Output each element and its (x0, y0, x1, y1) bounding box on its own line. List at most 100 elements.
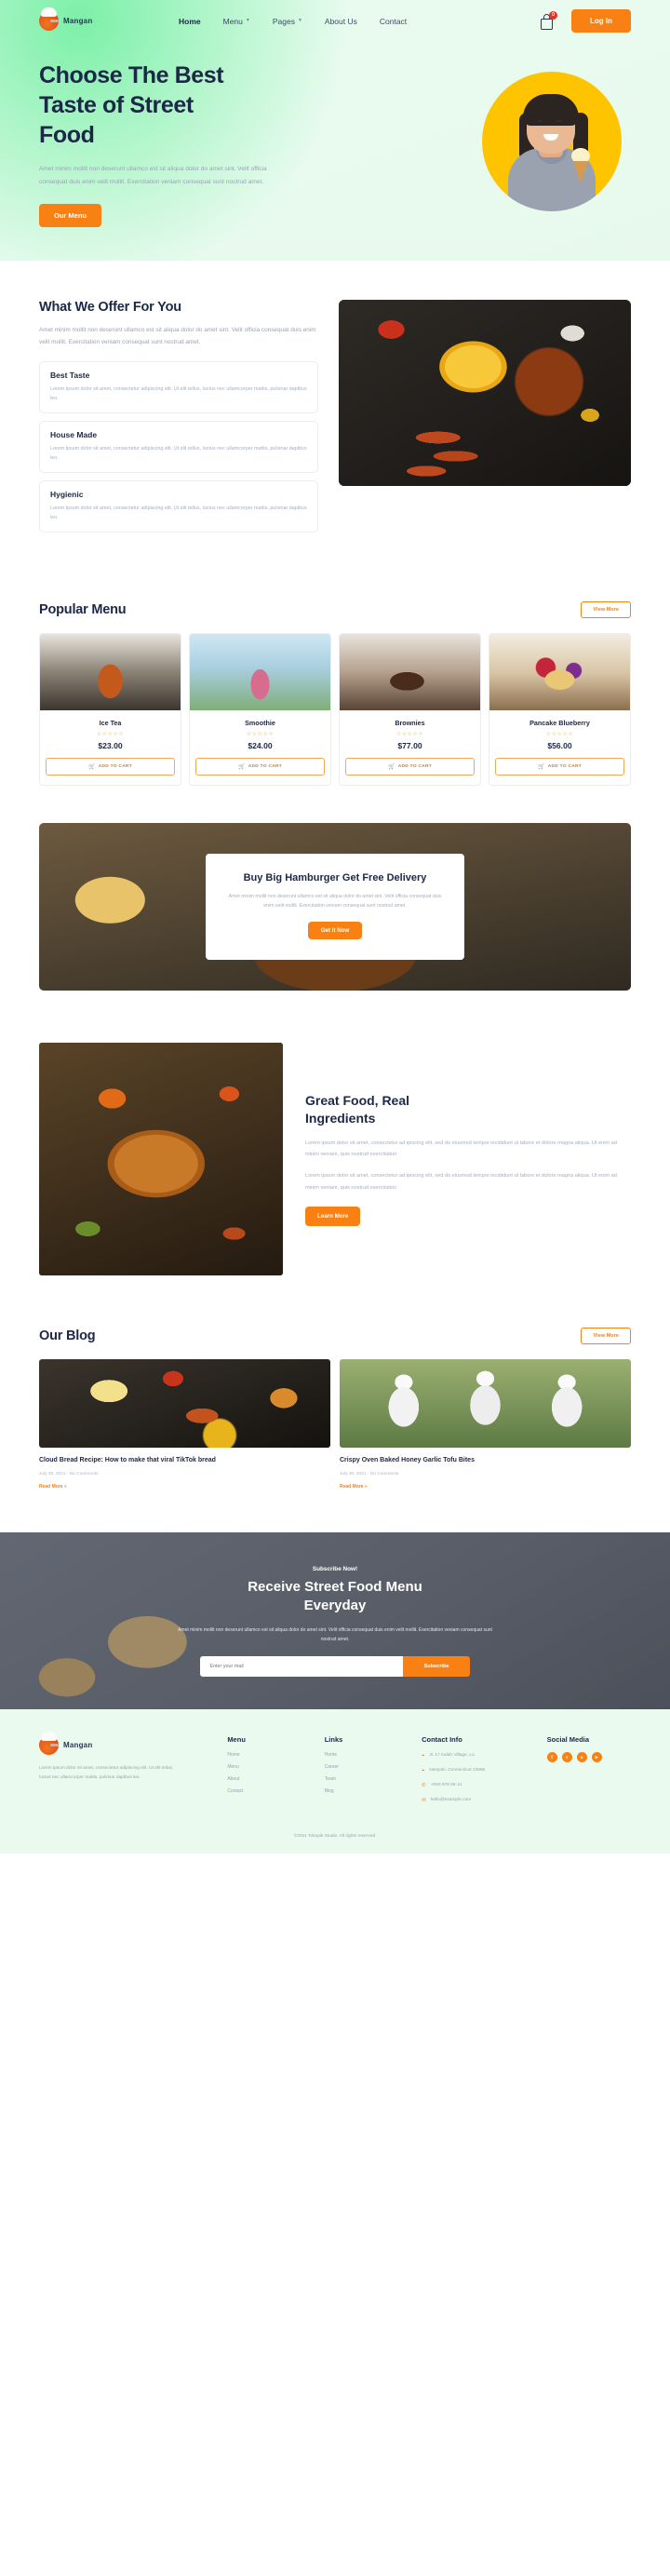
brand-name: Mangan (63, 17, 93, 25)
chef-logo-icon (39, 1732, 59, 1756)
footer-contact-email: hello@example.com (430, 1797, 472, 1802)
great-paragraph-2: Lorem ipsum dolor sit amet, consectetur … (305, 1173, 617, 1191)
nav-label: Home (179, 16, 201, 26)
cart-icon: 🛒 (537, 763, 545, 770)
product-name: Ice Tea (99, 718, 122, 727)
subscribe-email-input[interactable] (200, 1655, 404, 1677)
footer-menu-contact[interactable]: Contact (227, 1788, 311, 1794)
cart-count-badge: 0 (549, 10, 557, 20)
site-header: Mangan Home Menu ▼ Pages ▼ About Us Contac… (0, 0, 670, 40)
ice-cream-cone-icon (571, 148, 590, 184)
roast-turkey-image (39, 1042, 283, 1275)
facebook-icon[interactable]: f (546, 1752, 557, 1763)
product-price: $23.00 (98, 740, 123, 750)
blog-read-more-link[interactable]: Read More » (340, 1484, 631, 1490)
offer-copy: What We Offer For You Amet minim mollit … (39, 300, 318, 540)
footer-contact-item[interactable]: ✉ hello@example.com (422, 1797, 534, 1805)
social-icon-list: f t o ▸ (546, 1752, 631, 1763)
offer-item-best-taste[interactable]: Best Taste Lorem ipsum dolor sit amet, c… (39, 360, 318, 413)
hero-cta-button[interactable]: Our Menu (39, 203, 101, 227)
product-image-pancake-blueberry (489, 633, 630, 710)
subscribe-title: Receive Street Food Menu Everyday (140, 1578, 530, 1616)
offer-paragraph: Amet minim mollit non deserunt ullamco e… (39, 326, 316, 345)
add-to-cart-button[interactable]: 🛒 ADD TO CART (495, 757, 624, 775)
blog-read-more-link[interactable]: Read More » (39, 1484, 330, 1490)
youtube-icon[interactable]: ▸ (591, 1752, 602, 1763)
offer-item-desc: Lorem ipsum dolor sit amet, consectetur … (50, 445, 307, 461)
nav-item-pages[interactable]: Pages ▼ (273, 17, 302, 26)
nav-item-contact[interactable]: Contact (380, 17, 407, 26)
chevron-down-icon: ▼ (245, 17, 250, 23)
footer-social-heading: Social Media (546, 1735, 590, 1745)
footer-menu-about[interactable]: About (227, 1776, 311, 1782)
product-price: $56.00 (547, 740, 572, 750)
twitter-icon[interactable]: t (561, 1752, 572, 1763)
instagram-icon[interactable]: o (576, 1752, 587, 1763)
blog-card[interactable]: Cloud Bread Recipe: How to make that vir… (39, 1358, 330, 1490)
product-card[interactable]: Ice Tea ☆☆☆☆☆ $23.00 🛒 ADD TO CART (39, 632, 181, 786)
nav-label: Pages (272, 16, 295, 26)
product-card[interactable]: Pancake Blueberry ☆☆☆☆☆ $56.00 🛒 ADD TO … (489, 632, 631, 786)
footer-link-home[interactable]: Home (325, 1752, 409, 1758)
product-card[interactable]: Smoothie ☆☆☆☆☆ $24.00 🛒 ADD TO CART (189, 632, 331, 786)
footer-contact-phone: +000 979 08 14 (430, 1783, 462, 1788)
footer-contact-column: Contact Info ⌖ Jl. 17 Indah Village, Lo … (422, 1735, 534, 1811)
footer-logo[interactable]: Mangan (39, 1732, 214, 1756)
hero-title: Choose The Best Taste of Street Food (39, 61, 346, 150)
popular-view-more-button[interactable]: View More (581, 600, 631, 618)
nav-label: Contact (379, 16, 408, 26)
footer-menu-home[interactable]: Home (227, 1752, 311, 1758)
footer-brand-block: Mangan Lorem ipsum dolor sit amet, conse… (39, 1732, 214, 1811)
hero-title-line1: Choose The Best (39, 62, 224, 88)
blog-card[interactable]: Crispy Oven Baked Honey Garlic Tofu Bite… (340, 1358, 631, 1490)
footer-contact-item[interactable]: ✆ +000 979 08 14 (422, 1782, 534, 1790)
subscribe-paragraph: Amet minim mollit non deserunt ullamco e… (178, 1626, 492, 1643)
subscribe-eyebrow: Subscribe Now! (312, 1566, 358, 1573)
blog-card-list: Cloud Bread Recipe: How to make that vir… (39, 1358, 631, 1533)
product-card[interactable]: Brownies ☆☆☆☆☆ $77.00 🛒 ADD TO CART (339, 632, 481, 786)
footer-link-career[interactable]: Career (325, 1764, 409, 1770)
login-button[interactable]: Log In (571, 9, 631, 33)
blog-image-chefs (340, 1358, 631, 1448)
great-food-copy: Great Food, Real Ingredients Lorem ipsum… (305, 1092, 631, 1226)
offer-item-hygienic[interactable]: Hygienic Lorem ipsum dolor sit amet, con… (39, 479, 318, 533)
header-actions: 0 Log In (540, 9, 631, 33)
hero-title-line2: Taste of Street (39, 92, 194, 118)
footer-link-team[interactable]: Team (325, 1776, 409, 1782)
offer-item-desc: Lorem ipsum dolor sit amet, consectetur … (50, 505, 307, 520)
subscribe-title-line2: Everyday (303, 1598, 367, 1614)
subscribe-content: Subscribe Now! Receive Street Food Menu … (140, 1566, 530, 1677)
subscribe-button[interactable]: Subscribe (403, 1655, 470, 1677)
nav-item-about-us[interactable]: About Us (325, 17, 357, 26)
cart-icon: 🛒 (387, 763, 395, 770)
footer-menu-heading: Menu (227, 1735, 246, 1745)
blog-post-meta: July 30, 2021 - No Comments (39, 1472, 99, 1477)
offer-food-image (339, 299, 631, 486)
footer-menu-column: Menu Home Menu About Contact (227, 1735, 311, 1811)
hero-band: Mangan Home Menu ▼ Pages ▼ About Us Contac… (0, 0, 670, 261)
add-to-cart-button[interactable]: 🛒 ADD TO CART (195, 757, 325, 775)
offer-item-house-made[interactable]: House Made Lorem ipsum dolor sit amet, c… (39, 420, 318, 473)
add-to-cart-button[interactable]: 🛒 ADD TO CART (345, 757, 475, 775)
rating-stars: ☆☆☆☆☆ (246, 731, 275, 737)
product-price: $77.00 (397, 740, 422, 750)
location-icon: ⌖ (422, 1753, 425, 1760)
cart-icon: 🛒 (87, 763, 96, 770)
cart-bag-shape (541, 18, 553, 30)
nav-item-home[interactable]: Home (179, 17, 201, 26)
brand-logo[interactable]: Mangan (39, 7, 179, 31)
great-title-line1: Great Food, Real (305, 1092, 410, 1108)
footer-link-blog[interactable]: Blog (325, 1788, 409, 1794)
footer-contact-heading: Contact Info (422, 1735, 462, 1745)
promo-cta-button[interactable]: Get It Now (307, 922, 363, 940)
chef-logo-icon (39, 7, 59, 31)
popular-menu-section: Popular Menu View More Ice Tea ☆☆☆☆☆ $23… (0, 577, 670, 823)
great-food-title: Great Food, Real Ingredients (305, 1092, 631, 1127)
learn-more-button[interactable]: Learn More (305, 1206, 361, 1226)
blog-view-more-button[interactable]: View More (581, 1327, 631, 1344)
footer-menu-menu[interactable]: Menu (227, 1764, 311, 1770)
turkey-graphic (39, 1042, 283, 1275)
add-to-cart-button[interactable]: 🛒 ADD TO CART (46, 757, 175, 775)
nav-item-menu[interactable]: Menu ▼ (223, 17, 250, 26)
cart-icon[interactable]: 0 (540, 10, 557, 30)
